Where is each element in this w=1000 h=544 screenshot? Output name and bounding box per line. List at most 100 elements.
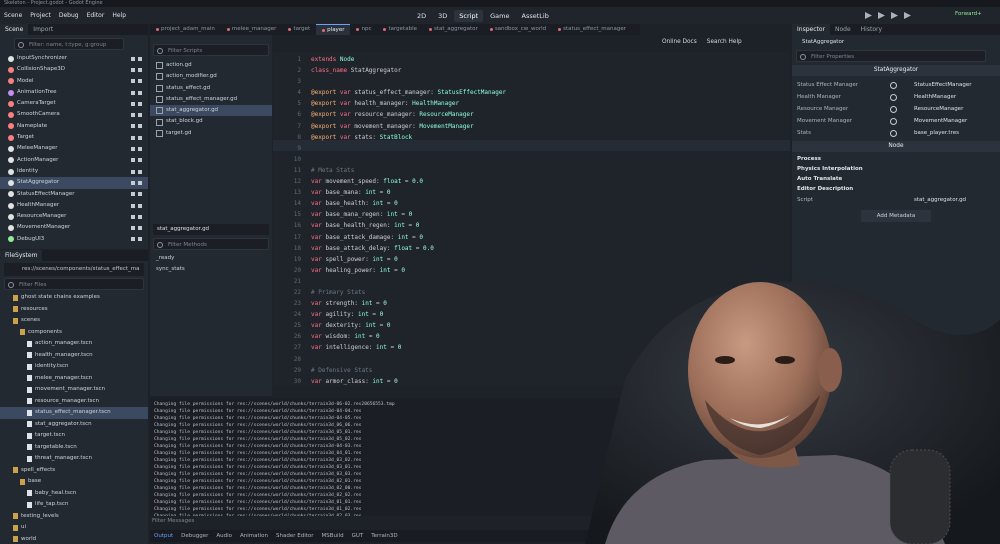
menu-project[interactable]: Project bbox=[26, 12, 55, 19]
scene-node[interactable]: AnimationTree bbox=[0, 87, 148, 98]
filesystem-filter-input[interactable]: Filter Files bbox=[4, 278, 144, 290]
inspector-property[interactable]: Stats base_player.tres bbox=[792, 127, 1000, 139]
tab-scene[interactable]: Scene bbox=[0, 24, 29, 35]
editor-tab[interactable]: targetable bbox=[377, 24, 423, 35]
scene-filter-input[interactable]: Filter: name, t:type, g:group bbox=[14, 38, 124, 50]
pause-icon[interactable] bbox=[878, 12, 885, 19]
filesystem-item[interactable]: threat_manager.tscn bbox=[0, 453, 148, 465]
online-docs-link[interactable]: Online Docs bbox=[662, 39, 697, 45]
play-scene-icon[interactable] bbox=[904, 12, 911, 19]
script-list-item[interactable]: stat_aggregator.gd bbox=[150, 105, 272, 117]
property-value[interactable]: ResourceManager bbox=[914, 106, 963, 112]
scene-node[interactable]: MovementManager bbox=[0, 222, 148, 233]
scene-node[interactable]: Identity bbox=[0, 166, 148, 177]
menu-help[interactable]: Help bbox=[108, 12, 130, 19]
property-value[interactable]: StatusEffectManager bbox=[914, 82, 971, 88]
visibility-icon[interactable] bbox=[131, 124, 142, 129]
inspector-section[interactable]: Auto Translate bbox=[792, 174, 1000, 184]
scene-node[interactable]: DebugUI3 bbox=[0, 234, 148, 245]
visibility-icon[interactable] bbox=[131, 237, 142, 242]
visibility-icon[interactable] bbox=[131, 135, 142, 140]
visibility-icon[interactable] bbox=[131, 147, 142, 152]
editor-tab[interactable]: player bbox=[316, 24, 351, 35]
stop-icon[interactable] bbox=[891, 12, 898, 19]
bottom-tab-gut[interactable]: GUT bbox=[348, 531, 368, 542]
filesystem-item[interactable]: resource_manager.tscn bbox=[0, 396, 148, 408]
menu-debug[interactable]: Debug bbox=[55, 12, 83, 19]
property-value[interactable]: MovementManager bbox=[914, 118, 967, 124]
scene-node[interactable]: SmoothCamera bbox=[0, 109, 148, 120]
scene-node[interactable]: HealthManager bbox=[0, 200, 148, 211]
reset-icon[interactable] bbox=[890, 129, 897, 137]
bottom-tab-terrain3d[interactable]: Terrain3D bbox=[367, 531, 401, 542]
filesystem-item[interactable]: baby_heal.tscn bbox=[0, 488, 148, 500]
menu-editor[interactable]: Editor bbox=[83, 12, 109, 19]
bottom-tab-shader-editor[interactable]: Shader Editor bbox=[272, 531, 318, 542]
script-filter-input[interactable]: Filter Scripts bbox=[153, 44, 269, 56]
editor-tab[interactable]: melee_manager bbox=[221, 24, 283, 35]
script-list-item[interactable]: status_effect.gd bbox=[150, 83, 272, 94]
visibility-icon[interactable] bbox=[131, 214, 142, 219]
editor-tab[interactable]: stat_aggregator bbox=[423, 24, 484, 35]
workspace-3d[interactable]: 3D bbox=[433, 10, 452, 22]
reset-icon[interactable] bbox=[890, 93, 897, 101]
workspace-game[interactable]: Game bbox=[485, 10, 514, 22]
reset-icon[interactable] bbox=[890, 105, 897, 113]
inspector-section[interactable]: Process bbox=[792, 154, 1000, 164]
method-item[interactable]: sync_stats bbox=[150, 264, 272, 275]
filesystem-item[interactable]: movement_manager.tscn bbox=[0, 384, 148, 396]
inspector-property[interactable]: Resource Manager ResourceManager bbox=[792, 103, 1000, 115]
scene-node[interactable]: StatusEffectManager bbox=[0, 189, 148, 200]
scene-node[interactable]: Model bbox=[0, 76, 148, 87]
bottom-tab-animation[interactable]: Animation bbox=[236, 531, 272, 542]
property-value[interactable]: HealthManager bbox=[914, 94, 956, 100]
filesystem-item[interactable]: resources bbox=[0, 304, 148, 316]
inspector-property[interactable]: Movement Manager MovementManager bbox=[792, 115, 1000, 127]
scene-node[interactable]: Nameplate bbox=[0, 121, 148, 132]
visibility-icon[interactable] bbox=[131, 226, 142, 231]
inspector-section[interactable]: Editor Description bbox=[792, 184, 1000, 194]
visibility-icon[interactable] bbox=[131, 56, 142, 61]
visibility-icon[interactable] bbox=[131, 203, 142, 208]
visibility-icon[interactable] bbox=[131, 67, 142, 72]
filesystem-item[interactable]: components bbox=[0, 327, 148, 339]
reset-icon[interactable] bbox=[890, 117, 897, 125]
output-filter-input[interactable]: Filter Messages bbox=[152, 518, 352, 528]
script-list-item[interactable]: action.gd bbox=[150, 60, 272, 71]
editor-tab[interactable]: npc bbox=[350, 24, 377, 35]
search-help-link[interactable]: Search Help bbox=[707, 39, 742, 45]
visibility-icon[interactable] bbox=[131, 101, 142, 106]
filesystem-item[interactable]: health_manager.tscn bbox=[0, 350, 148, 362]
scene-node[interactable]: MeleeManager bbox=[0, 143, 148, 154]
editor-tab[interactable]: project_adam_main bbox=[150, 24, 221, 35]
bottom-tab-audio[interactable]: Audio bbox=[212, 531, 236, 542]
inspected-resource[interactable]: StatAggregator bbox=[792, 35, 1000, 49]
scene-node[interactable]: InputSynchronizer bbox=[0, 53, 148, 64]
tab-node[interactable]: Node bbox=[830, 24, 856, 35]
scene-node[interactable]: StatAggregator bbox=[0, 177, 148, 189]
filesystem-item[interactable]: status_effect_manager.tscn bbox=[0, 407, 148, 419]
filesystem-item[interactable]: identity.tscn bbox=[0, 361, 148, 373]
filesystem-item[interactable]: melee_manager.tscn bbox=[0, 373, 148, 385]
scene-node[interactable]: CameraTarget bbox=[0, 98, 148, 109]
filesystem-item[interactable]: targetable.tscn bbox=[0, 442, 148, 454]
filesystem-item[interactable]: base bbox=[0, 476, 148, 488]
add-metadata-button[interactable]: Add Metadata bbox=[861, 210, 931, 222]
visibility-icon[interactable] bbox=[131, 113, 142, 118]
tab-import[interactable]: Import bbox=[28, 24, 58, 35]
tab-history[interactable]: History bbox=[856, 24, 887, 35]
filesystem-item[interactable]: world bbox=[0, 534, 148, 544]
script-list-item[interactable]: stat_block.gd bbox=[150, 116, 272, 127]
visibility-icon[interactable] bbox=[131, 158, 142, 163]
filesystem-item[interactable]: scenes bbox=[0, 315, 148, 327]
scene-node[interactable]: CollisionShape3D bbox=[0, 64, 148, 75]
reset-icon[interactable] bbox=[890, 81, 897, 89]
filesystem-item[interactable]: ghost state chains examples bbox=[0, 292, 148, 304]
filesystem-item[interactable]: action_manager.tscn bbox=[0, 338, 148, 350]
filesystem-path[interactable]: res://scenes/components/status_effect_ma bbox=[4, 263, 144, 276]
property-filter-input[interactable]: Filter Properties bbox=[796, 50, 986, 62]
method-item[interactable]: _ready bbox=[150, 253, 272, 264]
workspace-assetlib[interactable]: AssetLib bbox=[517, 10, 554, 22]
scene-node[interactable]: ActionManager bbox=[0, 155, 148, 166]
bottom-tab-debugger[interactable]: Debugger bbox=[177, 531, 212, 542]
